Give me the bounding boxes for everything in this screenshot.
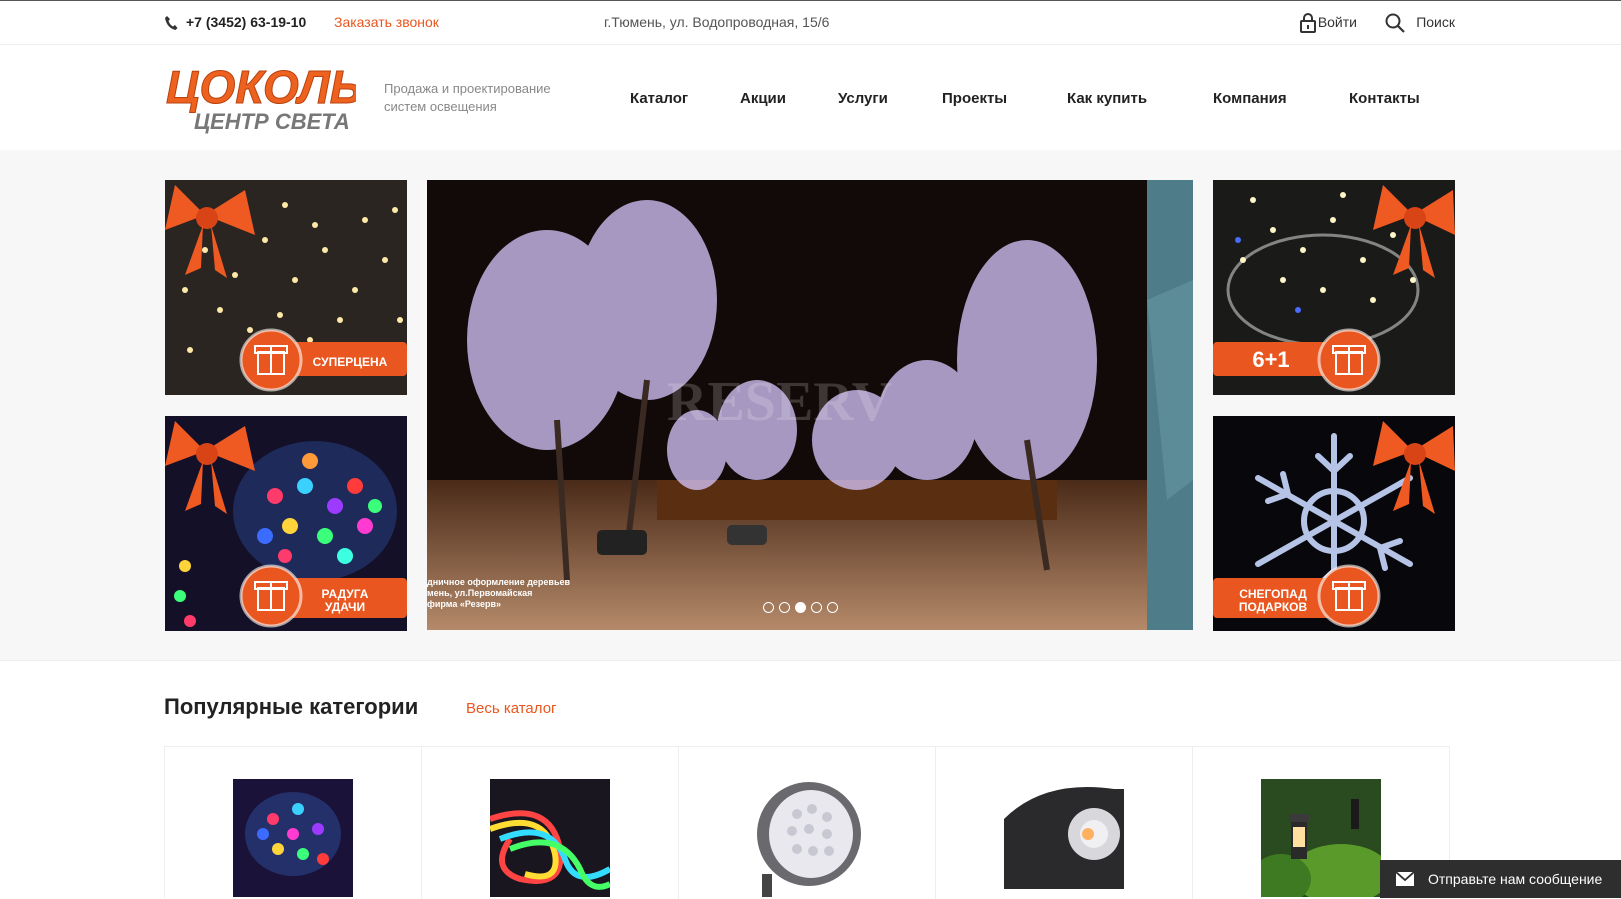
phone-icon xyxy=(165,16,178,30)
promo-banner-6plus1[interactable]: 6+1 xyxy=(1213,180,1455,395)
slider-dot-2[interactable] xyxy=(779,602,790,613)
nav-contacts[interactable]: Контакты xyxy=(1349,90,1420,107)
promo-label: СУПЕРЦЕНА xyxy=(312,355,388,369)
category-card[interactable] xyxy=(679,747,936,899)
top-bar: +7 (3452) 63-19-10 Заказать звонок г.Тюм… xyxy=(0,0,1621,45)
caption-line: дничное оформление деревьев xyxy=(427,577,571,587)
nav-how-to-buy[interactable]: Как купить xyxy=(1067,90,1147,107)
nav-company[interactable]: Компания xyxy=(1213,90,1287,107)
promo-banner-snegopad[interactable]: СНЕГОПАД ПОДАРКОВ xyxy=(1213,416,1455,631)
top-bar-inner: +7 (3452) 63-19-10 Заказать звонок г.Тюм… xyxy=(164,1,1455,45)
caption-line: фирма «Резерв» xyxy=(427,599,502,609)
slider-dot-5[interactable] xyxy=(827,602,838,613)
callback-link[interactable]: Заказать звонок xyxy=(334,14,439,30)
slide-caption: дничное оформление деревьев мень, ул.Пер… xyxy=(427,577,570,610)
category-card[interactable] xyxy=(165,747,422,899)
nav-projects[interactable]: Проекты xyxy=(942,90,1007,107)
slider-dots xyxy=(763,600,843,618)
promo-label: СНЕГОПАД ПОДАРКОВ xyxy=(1238,587,1308,614)
lock-icon[interactable] xyxy=(1299,13,1317,33)
nav-catalog[interactable]: Каталог xyxy=(630,90,688,107)
promo-banner-supercena[interactable]: СУПЕРЦЕНА xyxy=(165,180,407,395)
send-message-label: Отправьте нам сообщение xyxy=(1428,871,1603,887)
slide-image: RESERV xyxy=(427,180,1193,630)
mail-icon xyxy=(1396,872,1414,886)
slider-dot-3[interactable] xyxy=(795,602,806,613)
send-message-button[interactable]: Отправьте нам сообщение xyxy=(1380,860,1621,898)
slide-watermark: RESERV xyxy=(667,371,892,433)
promo-label: 6+1 xyxy=(1252,347,1290,372)
category-thumb-wall-lamp xyxy=(1004,779,1124,897)
address-text: г.Тюмень, ул. Водопроводная, 15/6 xyxy=(604,14,830,30)
header: ЦОКОЛЬ ЦЕНТР СВЕТА Продажа и проектирова… xyxy=(0,45,1621,150)
search-link[interactable]: Поиск xyxy=(1416,14,1455,30)
categories-title: Популярные категории xyxy=(164,694,419,719)
login-link[interactable]: Войти xyxy=(1318,14,1357,30)
category-thumb-rgb-garland xyxy=(233,779,353,897)
category-card[interactable] xyxy=(422,747,679,899)
promo-label: РАДУГА УДАЧИ xyxy=(321,587,369,614)
main-nav: Каталог Акции Услуги Проекты Как купить … xyxy=(0,45,1621,150)
search-icon[interactable] xyxy=(1385,13,1405,33)
category-card[interactable] xyxy=(936,747,1193,899)
caption-line: мень, ул.Первомайская xyxy=(427,588,533,598)
nav-services[interactable]: Услуги xyxy=(838,90,888,107)
category-thumb-garden-light xyxy=(1261,779,1381,897)
categories-grid xyxy=(164,746,1450,899)
slider-dot-1[interactable] xyxy=(763,602,774,613)
slider-dot-4[interactable] xyxy=(811,602,822,613)
promo-banner-raduga[interactable]: РАДУГА УДАЧИ xyxy=(165,416,407,631)
all-catalog-link[interactable]: Весь каталог xyxy=(466,700,557,717)
hero-slider[interactable]: RESERV дничное оформление деревьев мень,… xyxy=(427,180,1193,630)
phone-number[interactable]: +7 (3452) 63-19-10 xyxy=(186,14,306,30)
category-thumb-floodlight xyxy=(747,779,867,897)
nav-promotions[interactable]: Акции xyxy=(740,90,786,107)
category-thumb-neon-strip xyxy=(490,779,610,897)
hero-section: СУПЕРЦЕНА РАДУГА УДАЧИ RESERV дничное оф… xyxy=(0,150,1621,661)
